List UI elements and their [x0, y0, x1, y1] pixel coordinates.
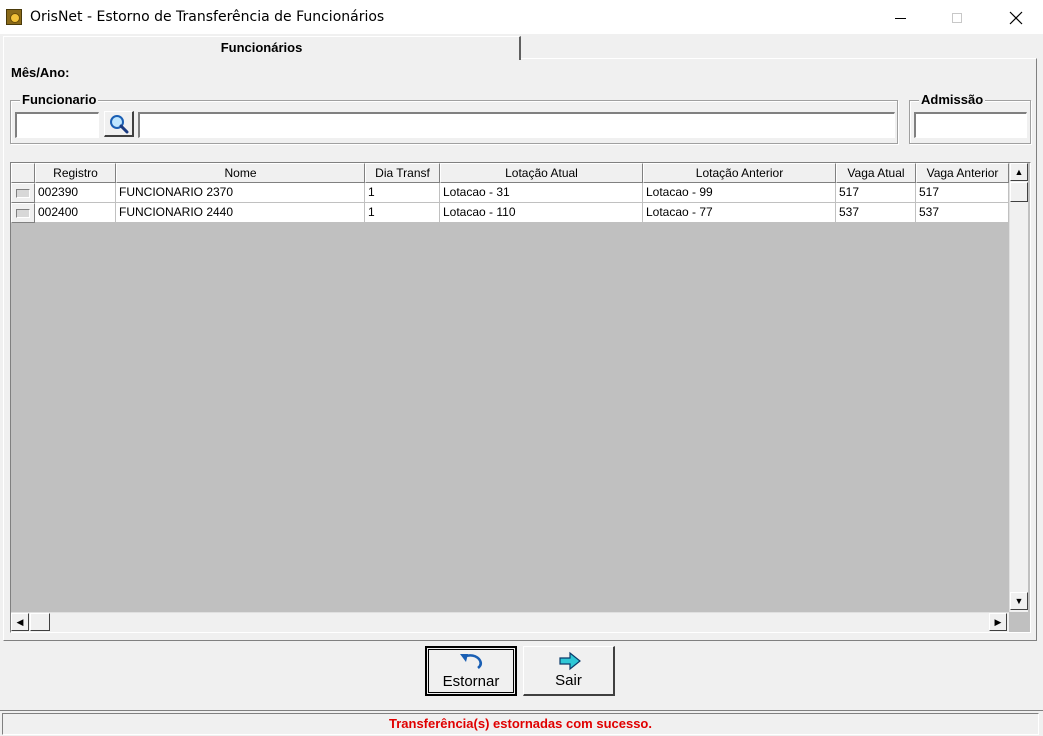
- scroll-left-button[interactable]: ◀: [11, 613, 29, 631]
- status-bar: Transferência(s) estornadas com sucesso.: [0, 710, 1043, 736]
- search-funcionario-button[interactable]: [104, 111, 134, 137]
- horizontal-scrollbar[interactable]: ◀ ▶: [11, 612, 1009, 632]
- cell-lotacao-anterior[interactable]: Lotacao - 99: [643, 183, 836, 203]
- header-registro[interactable]: Registro: [35, 163, 116, 183]
- header-dia-transf[interactable]: Dia Transf: [365, 163, 440, 183]
- window-title: OrisNet - Estorno de Transferência de Fu…: [30, 9, 385, 25]
- cell-lotacao-atual[interactable]: Lotacao - 31: [440, 183, 643, 203]
- scroll-up-button[interactable]: ▲: [1010, 163, 1028, 181]
- admissao-group: Admissão: [909, 92, 1031, 144]
- header-lotacao-anterior[interactable]: Lotação Anterior: [643, 163, 836, 183]
- funcionario-group: Funcionario: [10, 92, 898, 144]
- admissao-field[interactable]: [914, 112, 1027, 138]
- minimize-icon: [894, 17, 906, 19]
- header-lotacao-atual[interactable]: Lotação Atual: [440, 163, 643, 183]
- mes-ano-label: Mês/Ano:: [11, 65, 70, 80]
- cell-nome[interactable]: FUNCIONARIO 2440: [116, 203, 365, 223]
- cell-lotacao-anterior[interactable]: Lotacao - 77: [643, 203, 836, 223]
- tab-funcionarios[interactable]: Funcionários: [3, 36, 521, 60]
- scrollbar-corner: [1009, 612, 1028, 632]
- admissao-legend: Admissão: [919, 92, 986, 107]
- orisnet-app-icon: [6, 9, 22, 25]
- cell-registro[interactable]: 002400: [35, 203, 116, 223]
- estornar-label: Estornar: [442, 673, 500, 690]
- table-row[interactable]: 002400 FUNCIONARIO 2440 1 Lotacao - 110 …: [11, 203, 1009, 223]
- maximize-icon: [952, 13, 962, 24]
- vertical-scroll-thumb[interactable]: [1010, 182, 1028, 202]
- cell-dia-transf[interactable]: 1: [365, 203, 440, 223]
- sair-label: Sair: [555, 672, 582, 689]
- close-button[interactable]: [993, 0, 1039, 34]
- scroll-down-button[interactable]: ▼: [1010, 592, 1028, 610]
- cell-lotacao-atual[interactable]: Lotacao - 110: [440, 203, 643, 223]
- cell-vaga-atual[interactable]: 537: [836, 203, 916, 223]
- funcionario-name-field[interactable]: [138, 112, 895, 138]
- scroll-right-button[interactable]: ▶: [989, 613, 1007, 631]
- funcionario-legend: Funcionario: [20, 92, 99, 107]
- grid-header: Registro Nome Dia Transf Lotação Atual L…: [11, 163, 1009, 183]
- cell-nome[interactable]: FUNCIONARIO 2370: [116, 183, 365, 203]
- row-indicator[interactable]: [11, 203, 35, 223]
- cell-dia-transf[interactable]: 1: [365, 183, 440, 203]
- cell-registro[interactable]: 002390: [35, 183, 116, 203]
- status-message: Transferência(s) estornadas com sucesso.: [2, 713, 1039, 735]
- cell-vaga-atual[interactable]: 517: [836, 183, 916, 203]
- title-bar: OrisNet - Estorno de Transferência de Fu…: [0, 0, 1043, 34]
- row-indicator[interactable]: [11, 183, 35, 203]
- magnifier-icon: [110, 115, 129, 134]
- transfer-grid[interactable]: Registro Nome Dia Transf Lotação Atual L…: [10, 162, 1031, 633]
- cell-vaga-anterior[interactable]: 517: [916, 183, 1009, 203]
- header-vaga-anterior[interactable]: Vaga Anterior: [916, 163, 1009, 183]
- header-nome[interactable]: Nome: [116, 163, 365, 183]
- vertical-scrollbar[interactable]: ▲ ▼: [1009, 163, 1028, 612]
- funcionario-code-field[interactable]: [15, 112, 99, 138]
- header-indicator: [11, 163, 35, 183]
- maximize-button[interactable]: [934, 0, 980, 34]
- undo-arrow-icon: [460, 654, 482, 669]
- cell-vaga-anterior[interactable]: 537: [916, 203, 1009, 223]
- close-icon: [1009, 11, 1023, 25]
- right-arrow-icon: [559, 651, 581, 671]
- table-row[interactable]: 002390 FUNCIONARIO 2370 1 Lotacao - 31 L…: [11, 183, 1009, 203]
- main-window: OrisNet - Estorno de Transferência de Fu…: [0, 0, 1043, 736]
- sair-button[interactable]: Sair: [523, 646, 615, 696]
- header-vaga-atual[interactable]: Vaga Atual: [836, 163, 916, 183]
- horizontal-scroll-thumb[interactable]: [30, 613, 50, 631]
- estornar-button[interactable]: Estornar: [425, 646, 517, 696]
- minimize-button[interactable]: [877, 0, 923, 34]
